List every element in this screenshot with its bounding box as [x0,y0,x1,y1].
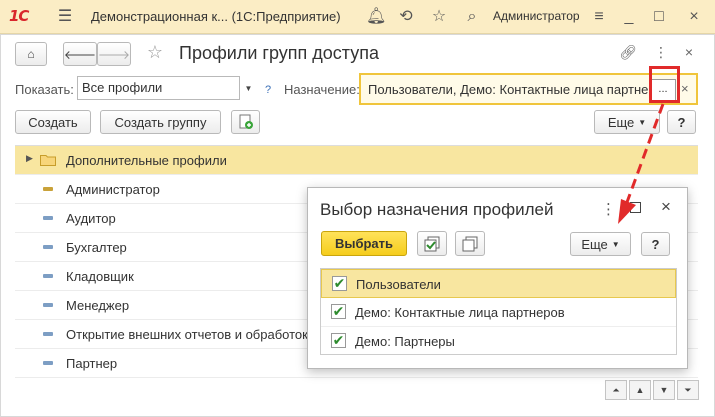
app-titlebar: 1С ☰ Демонстрационная к... (1С:Предприят… [0,0,715,34]
purpose-clear-icon[interactable]: × [681,81,689,96]
check-all-icon [424,236,440,251]
purpose-filter-field[interactable]: Пользователи, Демо: Контактные лица парт… [359,73,698,105]
home-icon: ⌂ [27,47,35,61]
forward-button[interactable]: 🡒 [97,42,131,66]
purpose-selection-dialog: Выбор назначения профилей ⋮ × Выбрать Ещ… [307,187,688,369]
menu-icon[interactable]: ☰ [56,8,74,26]
scroll-bottom-button[interactable]: ⏷ [677,380,699,400]
highlight-frame [649,66,680,103]
app-logo: 1С [9,7,29,25]
help-button[interactable]: ? [667,110,696,134]
scroll-down-icon: ▼ [659,385,669,395]
form-close-icon[interactable]: × [680,44,698,60]
list-item[interactable]: ✔ Демо: Контактные лица партнеров [321,298,676,327]
profile-icon [43,274,53,278]
list-item-label: Партнер [66,356,118,371]
more-vertical-icon[interactable]: ⋮ [652,44,670,61]
list-item[interactable]: ✔ Пользователи [321,269,676,298]
dialog-help-button[interactable]: ? [641,232,670,256]
purpose-value: Пользователи, Демо: Контактные лица парт… [368,82,653,97]
dialog-close-icon[interactable]: × [661,197,671,217]
show-filter-help[interactable]: ? [265,84,271,96]
show-filter-value: Все профили [82,80,163,95]
checkbox-checked-icon[interactable]: ✔ [331,304,346,319]
close-icon[interactable]: × [685,8,703,26]
link-icon[interactable]: 🔗︎ [619,44,637,61]
settings-menu-icon[interactable]: ≡ [590,8,608,26]
star-icon[interactable]: ☆ [430,8,448,26]
more-label: Еще [607,114,635,130]
list-item-label: Аудитор [66,211,116,226]
dialog-title: Выбор назначения профилей [320,200,554,219]
chevron-down-icon: ▼ [611,239,620,249]
expand-arrow-icon[interactable]: ▶ [26,153,33,164]
dialog-more-vertical-icon[interactable]: ⋮ [601,200,616,218]
scroll-bottom-icon: ⏷ [684,384,692,395]
create-group-button[interactable]: Создать группу [100,110,221,134]
list-item-label: Пользователи [356,277,441,292]
scroll-up-icon: ▲ [635,385,645,395]
page-title: Профили групп доступа [179,43,379,63]
list-item-label: Демо: Контактные лица партнеров [355,305,565,320]
search-icon[interactable]: ⌕ [463,8,481,26]
select-button[interactable]: Выбрать [321,231,407,256]
profile-icon [43,187,53,191]
create-button[interactable]: Создать [15,110,91,134]
scroll-up-button[interactable]: ▲ [629,380,651,400]
list-item-label: Администратор [66,182,160,197]
uncheck-all-icon [462,236,478,251]
document-add-icon [239,114,253,129]
list-item-label: Менеджер [66,298,130,313]
dialog-more-button[interactable]: Еще ▼ [570,232,631,256]
folder-icon [40,155,56,166]
list-item-label: Демо: Партнеры [355,334,455,349]
scroll-top-icon: ⏶ [612,384,620,395]
back-button[interactable]: 🡐 [63,42,97,66]
checkbox-checked-icon[interactable]: ✔ [331,333,346,348]
arrow-right-icon: 🡒 [97,47,131,62]
show-filter-field[interactable]: Все профили [77,76,257,100]
scroll-top-button[interactable]: ⏶ [605,380,627,400]
list-item-label: Открытие внешних отчетов и обработок [66,327,308,342]
list-item-label: Дополнительные профили [66,153,227,168]
home-button[interactable]: ⌂ [15,42,47,66]
show-label: Показать: [15,82,74,97]
list-scroll-controls: ⏶ ▲ ▼ ⏷ [605,380,699,400]
maximize-icon[interactable]: □ [650,8,668,26]
list-item-label: Кладовщик [66,269,134,284]
uncheck-all-button[interactable] [455,231,485,256]
profile-icon [43,245,53,249]
profile-icon [43,216,53,220]
current-user[interactable]: Администратор [493,9,580,23]
show-filter-dropdown[interactable]: ▼ [239,76,257,100]
list-item[interactable]: ▶ Дополнительные профили [15,146,698,175]
profile-icon [43,332,53,336]
history-icon[interactable]: ⟲ [397,8,415,26]
profile-icon [43,303,53,307]
list-item[interactable]: ✔ Демо: Партнеры [321,327,676,356]
purpose-label: Назначение: [284,82,360,97]
copy-from-template-button[interactable] [231,110,260,134]
favorite-star-icon[interactable]: ☆ [146,42,164,63]
checkbox-checked-icon[interactable]: ✔ [332,276,347,291]
chevron-down-icon: ▼ [638,117,647,127]
profile-icon [43,361,53,365]
scroll-down-button[interactable]: ▼ [653,380,675,400]
check-all-button[interactable] [417,231,447,256]
app-title: Демонстрационная к... (1С:Предприятие) [91,9,341,24]
list-item-label: Бухгалтер [66,240,127,255]
minimize-icon[interactable]: _ [620,8,638,26]
arrow-left-icon: 🡐 [63,47,97,62]
purpose-list[interactable]: ✔ Пользователи ✔ Демо: Контактные лица п… [320,268,677,355]
dialog-maximize-icon[interactable] [630,202,641,213]
chevron-down-icon: ▼ [244,83,253,93]
more-button[interactable]: Еще ▼ [594,110,660,134]
dialog-more-label: Еще [581,236,608,252]
bell-icon[interactable]: 🔔︎ [366,8,386,26]
